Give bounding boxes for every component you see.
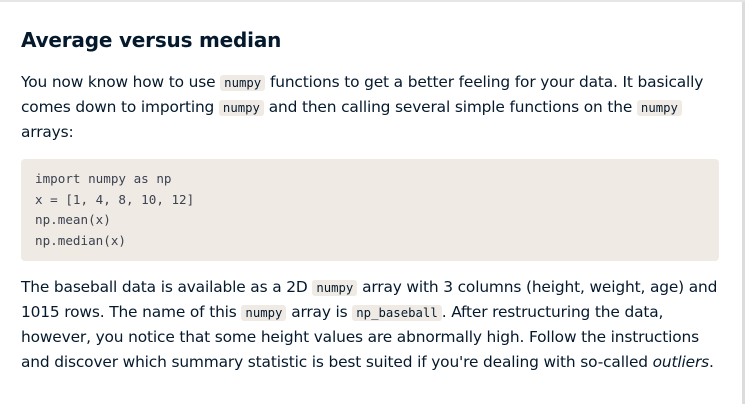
code-line: x = [1, 4, 8, 10, 12] <box>35 191 195 207</box>
instructions-paragraph: The baseball data is available as a 2D n… <box>21 275 721 374</box>
instructions-line-1: The baseball data is available as a 2D n… <box>21 275 721 300</box>
text: . <box>709 352 714 371</box>
code-line: np.median(x) <box>35 232 126 248</box>
code-line: np.mean(x) <box>35 212 111 227</box>
text: arrays: <box>21 123 74 142</box>
instructions-line-2: 1015 rows. The name of this numpy array … <box>21 300 721 325</box>
text: however, you notice that some height val… <box>21 328 699 347</box>
text: array with 3 columns (height, weight, ag… <box>357 278 718 296</box>
inline-code: np_baseball <box>352 305 442 322</box>
intro-line-2: comes down to importing numpy and then c… <box>21 95 721 120</box>
text: . After restructuring the data, <box>441 303 664 322</box>
text: array is <box>286 303 353 322</box>
inline-code: numpy <box>636 100 682 117</box>
intro-paragraph: You now know how to use numpy functions … <box>21 70 721 145</box>
text: and then calling several simple function… <box>263 98 637 117</box>
exercise-title: Average versus median <box>21 28 282 52</box>
exercise-panel: Average versus median You now know how t… <box>0 0 745 404</box>
code-block: import numpy as np x = [1, 4, 8, 10, 12]… <box>21 159 719 261</box>
text: 1015 rows. The name of this <box>21 303 242 322</box>
text: comes down to importing <box>21 98 219 117</box>
text: functions to get a better feeling for yo… <box>265 73 704 91</box>
code-line: import numpy as np <box>35 171 172 186</box>
intro-line-3: arrays: <box>21 120 721 144</box>
intro-line-1: You now know how to use numpy functions … <box>21 70 721 95</box>
inline-code: numpy <box>220 75 266 91</box>
text: and discover which summary statistic is … <box>21 352 653 371</box>
instructions-line-3: however, you notice that some height val… <box>21 325 721 349</box>
text: The baseball data is available as a 2D <box>21 278 313 296</box>
text: You now know how to use <box>21 73 221 91</box>
inline-code: numpy <box>312 280 358 296</box>
inline-code: numpy <box>241 305 287 322</box>
emphasized-term: outliers <box>652 352 710 371</box>
inline-code: numpy <box>218 100 264 117</box>
instructions-line-4: and discover which summary statistic is … <box>21 350 721 374</box>
